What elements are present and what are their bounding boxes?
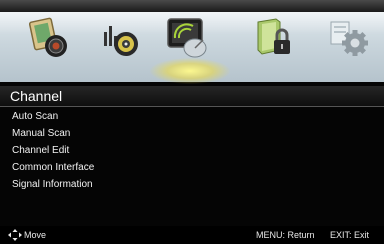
move-arrows-icon <box>8 229 22 241</box>
gear-icon <box>330 21 368 56</box>
footer-bar <box>0 226 384 244</box>
move-hint: Move <box>24 230 47 240</box>
menu-item-auto-scan[interactable]: Auto Scan <box>12 108 94 125</box>
tab-sound[interactable] <box>98 16 144 62</box>
lock-icon <box>257 18 290 55</box>
tab-channel[interactable] <box>165 16 211 62</box>
sound-icon <box>104 26 138 56</box>
title-divider <box>0 106 384 107</box>
menu-item-channel-edit[interactable]: Channel Edit <box>12 142 94 159</box>
menu-item-manual-scan[interactable]: Manual Scan <box>12 125 94 142</box>
menu-return-hint: MENU: Return <box>256 230 315 240</box>
menu-item-signal-information[interactable]: Signal Information <box>12 176 94 193</box>
top-bar <box>0 0 384 12</box>
tv-menu-screen: Channel Auto Scan Manual Scan Channel Ed… <box>0 0 384 244</box>
channel-icon <box>167 18 207 58</box>
tab-picture[interactable] <box>26 16 72 62</box>
tab-setup[interactable] <box>327 16 373 62</box>
channel-menu-list: Auto Scan Manual Scan Channel Edit Commo… <box>12 108 94 193</box>
exit-hint: EXIT: Exit <box>330 230 370 240</box>
page-title: Channel <box>10 88 63 104</box>
picture-icon <box>28 17 67 57</box>
tab-lock[interactable] <box>252 16 298 62</box>
menu-item-common-interface[interactable]: Common Interface <box>12 159 94 176</box>
